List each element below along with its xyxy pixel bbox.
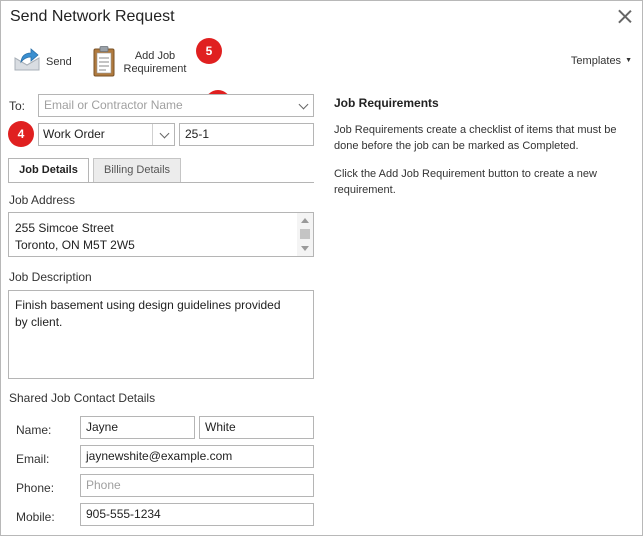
clipboard-icon [92, 45, 116, 80]
job-address-line1: 255 Simcoe Street [15, 221, 114, 235]
phone-placeholder: Phone [86, 478, 121, 492]
phone-input[interactable]: Phone [80, 474, 314, 497]
callout-badge-5: 5 [196, 38, 222, 64]
title-bar: Send Network Request [1, 1, 642, 35]
add-job-requirement-button[interactable]: Add Job Requirement [92, 45, 192, 80]
request-number-input[interactable]: 25-1 [179, 123, 314, 146]
mobile-label: Mobile: [16, 510, 55, 524]
contact-section-label: Shared Job Contact Details [9, 391, 156, 405]
send-label: Send [46, 55, 72, 68]
chevron-down-icon [159, 128, 170, 139]
email-label: Email: [16, 452, 50, 466]
scroll-up-icon[interactable] [301, 218, 309, 223]
job-description-label: Job Description [9, 270, 92, 284]
tab-billing-details[interactable]: Billing Details [93, 158, 181, 183]
select-divider [152, 124, 153, 145]
tab-divider [8, 182, 314, 183]
job-description-field[interactable]: Finish basement using design guidelines … [8, 290, 314, 379]
templates-label: Templates [570, 55, 622, 67]
add-job-requirement-label: Add Job Requirement [118, 50, 192, 76]
job-address-line2: Toronto, ON M5T 2W5 [15, 238, 135, 252]
callout-badge-4: 4 [8, 121, 34, 147]
email-value: jaynewshite@example.com [86, 449, 233, 463]
tab-job-details[interactable]: Job Details [8, 158, 89, 183]
add-job-requirement-label-line2: Requirement [123, 62, 187, 75]
email-input[interactable]: jaynewshite@example.com [80, 445, 314, 468]
to-label: To: [9, 99, 26, 113]
mobile-input[interactable]: 905-555-1234 [80, 503, 314, 526]
request-number-value: 25-1 [185, 127, 210, 141]
request-type-select[interactable]: Work Order [38, 123, 175, 146]
last-name-value: White [205, 420, 236, 434]
chevron-down-icon [298, 99, 309, 110]
job-requirements-title: Job Requirements [334, 96, 439, 110]
toolbar: Send Add Job Requirement Templates ▼ [1, 35, 642, 87]
job-description-line1: Finish basement using design guidelines … [15, 298, 281, 312]
add-job-requirement-label-line1: Add Job [134, 49, 176, 62]
dialog-title: Send Network Request [10, 8, 175, 25]
job-requirements-description: Job Requirements create a checklist of i… [334, 124, 617, 152]
request-type-value: Work Order [43, 127, 105, 141]
last-name-input[interactable]: White [199, 416, 314, 439]
first-name-input[interactable]: Jayne [80, 416, 195, 439]
address-scrollbar[interactable] [297, 213, 313, 256]
to-input[interactable]: Email or Contractor Name [38, 94, 314, 117]
scroll-down-icon[interactable] [301, 246, 309, 251]
first-name-value: Jayne [86, 420, 119, 434]
caret-down-icon: ▼ [625, 57, 632, 64]
scroll-thumb[interactable] [300, 229, 310, 239]
job-address-field[interactable]: 255 Simcoe Street Toronto, ON M5T 2W5 [8, 212, 314, 257]
job-description-line2: by client. [15, 315, 63, 329]
job-address-label: Job Address [9, 193, 76, 207]
send-network-request-dialog: Send Network Request Send Add Job Requir… [0, 0, 643, 536]
to-placeholder: Email or Contractor Name [44, 98, 183, 112]
templates-dropdown[interactable]: Templates ▼ [571, 55, 632, 67]
name-label: Name: [16, 423, 52, 437]
send-button[interactable]: Send [13, 48, 72, 75]
send-icon [13, 48, 41, 75]
mobile-value: 905-555-1234 [86, 507, 161, 521]
phone-label: Phone: [16, 481, 55, 495]
close-icon[interactable] [618, 9, 632, 23]
job-requirements-instructions: Click the Add Job Requirement button to … [334, 168, 597, 196]
